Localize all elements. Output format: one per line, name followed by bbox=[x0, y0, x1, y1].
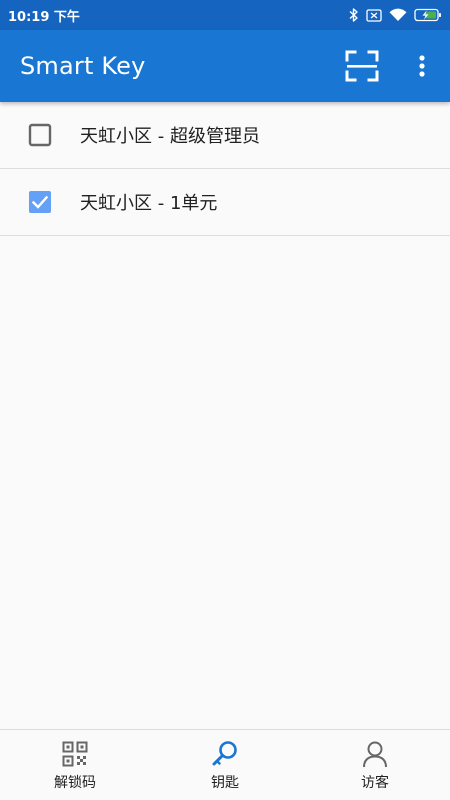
bottom-navigation: 解锁码 钥匙 访客 bbox=[0, 729, 450, 800]
list-item-label: 天虹小区 - 1单元 bbox=[80, 193, 218, 214]
checkbox-unchecked[interactable] bbox=[18, 113, 62, 157]
nav-unlock-code[interactable]: 解锁码 bbox=[0, 730, 150, 800]
sim-card-icon bbox=[366, 8, 382, 22]
more-vert-icon bbox=[419, 55, 425, 77]
checkbox-unchecked-icon bbox=[28, 123, 52, 147]
app-bar: Smart Key bbox=[0, 30, 450, 102]
wifi-icon bbox=[389, 8, 407, 22]
status-time: 10:19 下午 bbox=[8, 9, 80, 25]
smart-key-screen: 10:19 下午 Smart Key 天虹小区 - 超级管理员 天虹小区 - 1… bbox=[0, 0, 450, 800]
list-item[interactable]: 天虹小区 - 1单元 bbox=[0, 169, 450, 236]
status-bar: 10:19 下午 bbox=[0, 0, 450, 30]
bluetooth-icon bbox=[349, 8, 359, 22]
nav-label-unlock-code: 解锁码 bbox=[54, 774, 96, 791]
checkbox-checked[interactable] bbox=[18, 180, 62, 224]
person-icon bbox=[362, 740, 388, 768]
qr-code-icon bbox=[62, 740, 88, 768]
scan-button[interactable] bbox=[338, 42, 386, 90]
list-item-label: 天虹小区 - 超级管理员 bbox=[80, 126, 260, 147]
nav-label-keys: 钥匙 bbox=[211, 774, 239, 791]
nav-keys[interactable]: 钥匙 bbox=[150, 730, 300, 800]
status-icons bbox=[349, 8, 442, 22]
key-icon bbox=[211, 740, 239, 768]
app-bar-actions bbox=[338, 30, 450, 102]
list-item[interactable]: 天虹小区 - 超级管理员 bbox=[0, 102, 450, 169]
checkbox-checked-icon bbox=[29, 191, 51, 213]
nav-visitors[interactable]: 访客 bbox=[300, 730, 450, 800]
app-title: Smart Key bbox=[20, 52, 146, 80]
more-options-button[interactable] bbox=[398, 42, 446, 90]
nav-label-visitors: 访客 bbox=[361, 774, 389, 791]
scan-icon bbox=[345, 50, 379, 82]
key-list: 天虹小区 - 超级管理员 天虹小区 - 1单元 bbox=[0, 102, 450, 236]
battery-charging-icon bbox=[414, 8, 442, 22]
